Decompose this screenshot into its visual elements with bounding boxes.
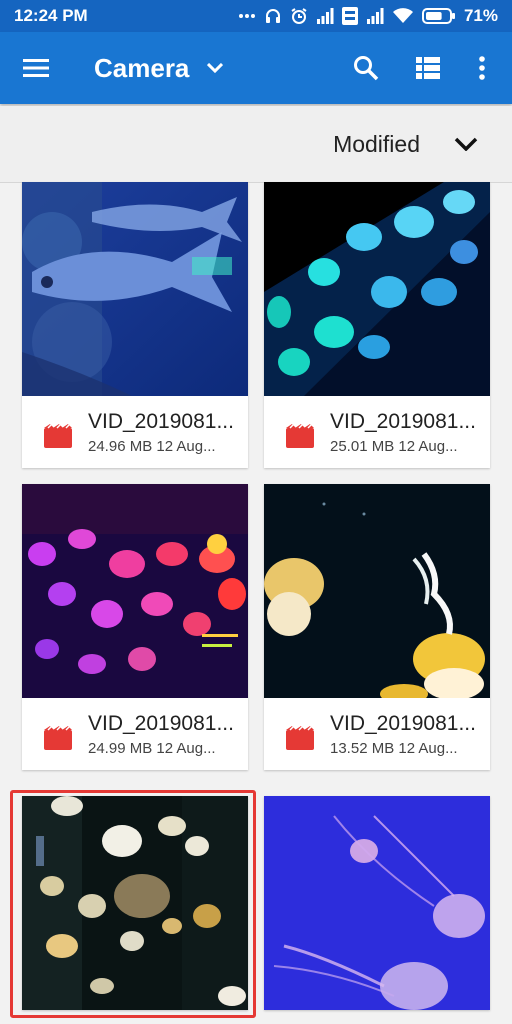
video-file-icon [44, 726, 72, 750]
chevron-down-icon [454, 137, 478, 151]
file-meta: 13.52 MB 12 Aug... [330, 740, 458, 757]
status-icons: 71% [238, 6, 498, 26]
file-name: VID_2019081... [330, 712, 476, 735]
video-thumbnail[interactable] [22, 484, 248, 698]
file-meta: 24.99 MB 12 Aug... [88, 740, 216, 757]
file-info: VID_2019081... 25.01 MB 12 Aug... [264, 396, 490, 468]
file-name: VID_2019081... [88, 712, 234, 735]
headphones-icon [264, 7, 282, 25]
video-file-icon [44, 424, 72, 448]
more-options-button[interactable] [466, 52, 498, 84]
more-vert-icon [479, 56, 485, 80]
folder-dropdown[interactable]: Camera [94, 50, 224, 86]
dots-icon [238, 12, 256, 20]
file-card[interactable]: VID_2019081... 25.01 MB 12 Aug... [264, 182, 490, 468]
selection-outline [10, 790, 256, 1018]
video-file-icon [286, 424, 314, 448]
video-thumbnail[interactable] [22, 182, 248, 396]
list-view-icon [416, 57, 440, 79]
search-icon [354, 56, 379, 81]
menu-button[interactable] [20, 54, 52, 82]
chevron-down-icon [207, 63, 224, 73]
app-title: Camera [94, 52, 190, 83]
sort-bar: Modified [0, 106, 512, 183]
status-bar: 12:24 PM 71% [0, 0, 512, 32]
file-card[interactable]: VID_2019081... 13.52 MB 12 Aug... [264, 484, 490, 770]
signal-icon [316, 8, 334, 24]
video-thumbnail[interactable] [264, 182, 490, 396]
file-name: VID_2019081... [88, 410, 234, 433]
search-button[interactable] [350, 52, 382, 84]
file-name: VID_2019081... [330, 410, 476, 433]
volte-icon [341, 7, 358, 25]
app-bar: Camera [0, 32, 512, 104]
signal-icon [366, 8, 384, 24]
file-info: VID_2019081... 13.52 MB 12 Aug... [264, 698, 490, 770]
file-manager-screen: 12:24 PM 71% Camera Modified VID_2019081… [0, 0, 512, 1024]
video-thumbnail[interactable] [264, 484, 490, 698]
file-info: VID_2019081... 24.99 MB 12 Aug... [22, 698, 248, 770]
menu-icon [23, 59, 49, 77]
file-card[interactable]: VID_2019081... 24.96 MB 12 Aug... [22, 182, 248, 468]
wifi-icon [392, 8, 414, 24]
file-info: VID_2019081... 24.96 MB 12 Aug... [22, 396, 248, 468]
battery-icon [421, 8, 456, 24]
file-meta: 24.96 MB 12 Aug... [88, 438, 216, 455]
battery-percent: 71% [463, 6, 498, 25]
file-card[interactable] [264, 796, 490, 1010]
file-meta: 25.01 MB 12 Aug... [330, 438, 458, 455]
sort-label: Modified [333, 130, 420, 157]
list-view-button[interactable] [412, 52, 444, 84]
sort-dropdown[interactable]: Modified [333, 124, 478, 164]
status-time: 12:24 PM [14, 6, 88, 25]
file-card[interactable]: VID_2019081... 24.99 MB 12 Aug... [22, 484, 248, 770]
alarm-icon [290, 7, 308, 25]
video-thumbnail[interactable] [264, 796, 490, 1010]
video-file-icon [286, 726, 314, 750]
